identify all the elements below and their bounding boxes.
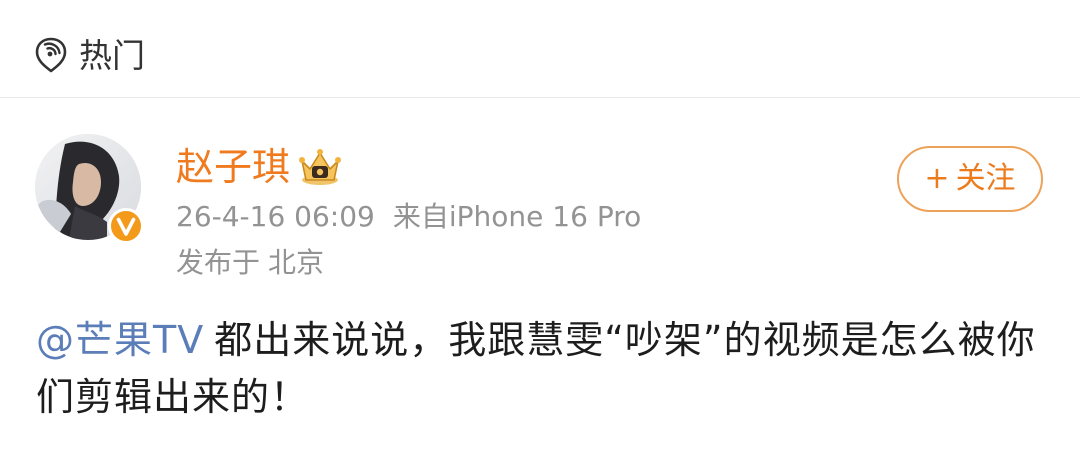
hot-topic-icon <box>35 37 67 73</box>
post-meta: 26-4-16 06:09 来自iPhone 16 Pro <box>176 199 641 235</box>
post-source[interactable]: 来自iPhone 16 Pro <box>393 200 641 233</box>
post-content: @芒果TV 都出来说说，我跟慧雯“吵架”的视频是怎么被你们剪辑出来的！ <box>36 312 1046 426</box>
crown-icon[interactable] <box>296 147 344 187</box>
follow-label: 关注 <box>955 161 1016 196</box>
author-name[interactable]: 赵子琪 <box>176 144 290 190</box>
plus-icon: + <box>924 161 950 196</box>
hot-section-header: 热门 <box>0 0 1080 98</box>
location-city: 北京 <box>268 246 325 279</box>
follow-button[interactable]: + 关注 <box>897 146 1043 212</box>
location-prefix: 发布于 <box>176 246 261 279</box>
verified-v-icon <box>108 208 144 244</box>
post-location: 发布于 北京 <box>176 245 324 281</box>
post-time: 26-4-16 06:09 <box>176 200 375 233</box>
hot-section-label: 热门 <box>79 36 145 75</box>
mention-link[interactable]: @芒果TV <box>36 318 204 362</box>
weibo-post-page: 热门 赵子琪 26-4-16 06:09 来自iPhone 16 Pro 发布于… <box>0 0 1080 455</box>
